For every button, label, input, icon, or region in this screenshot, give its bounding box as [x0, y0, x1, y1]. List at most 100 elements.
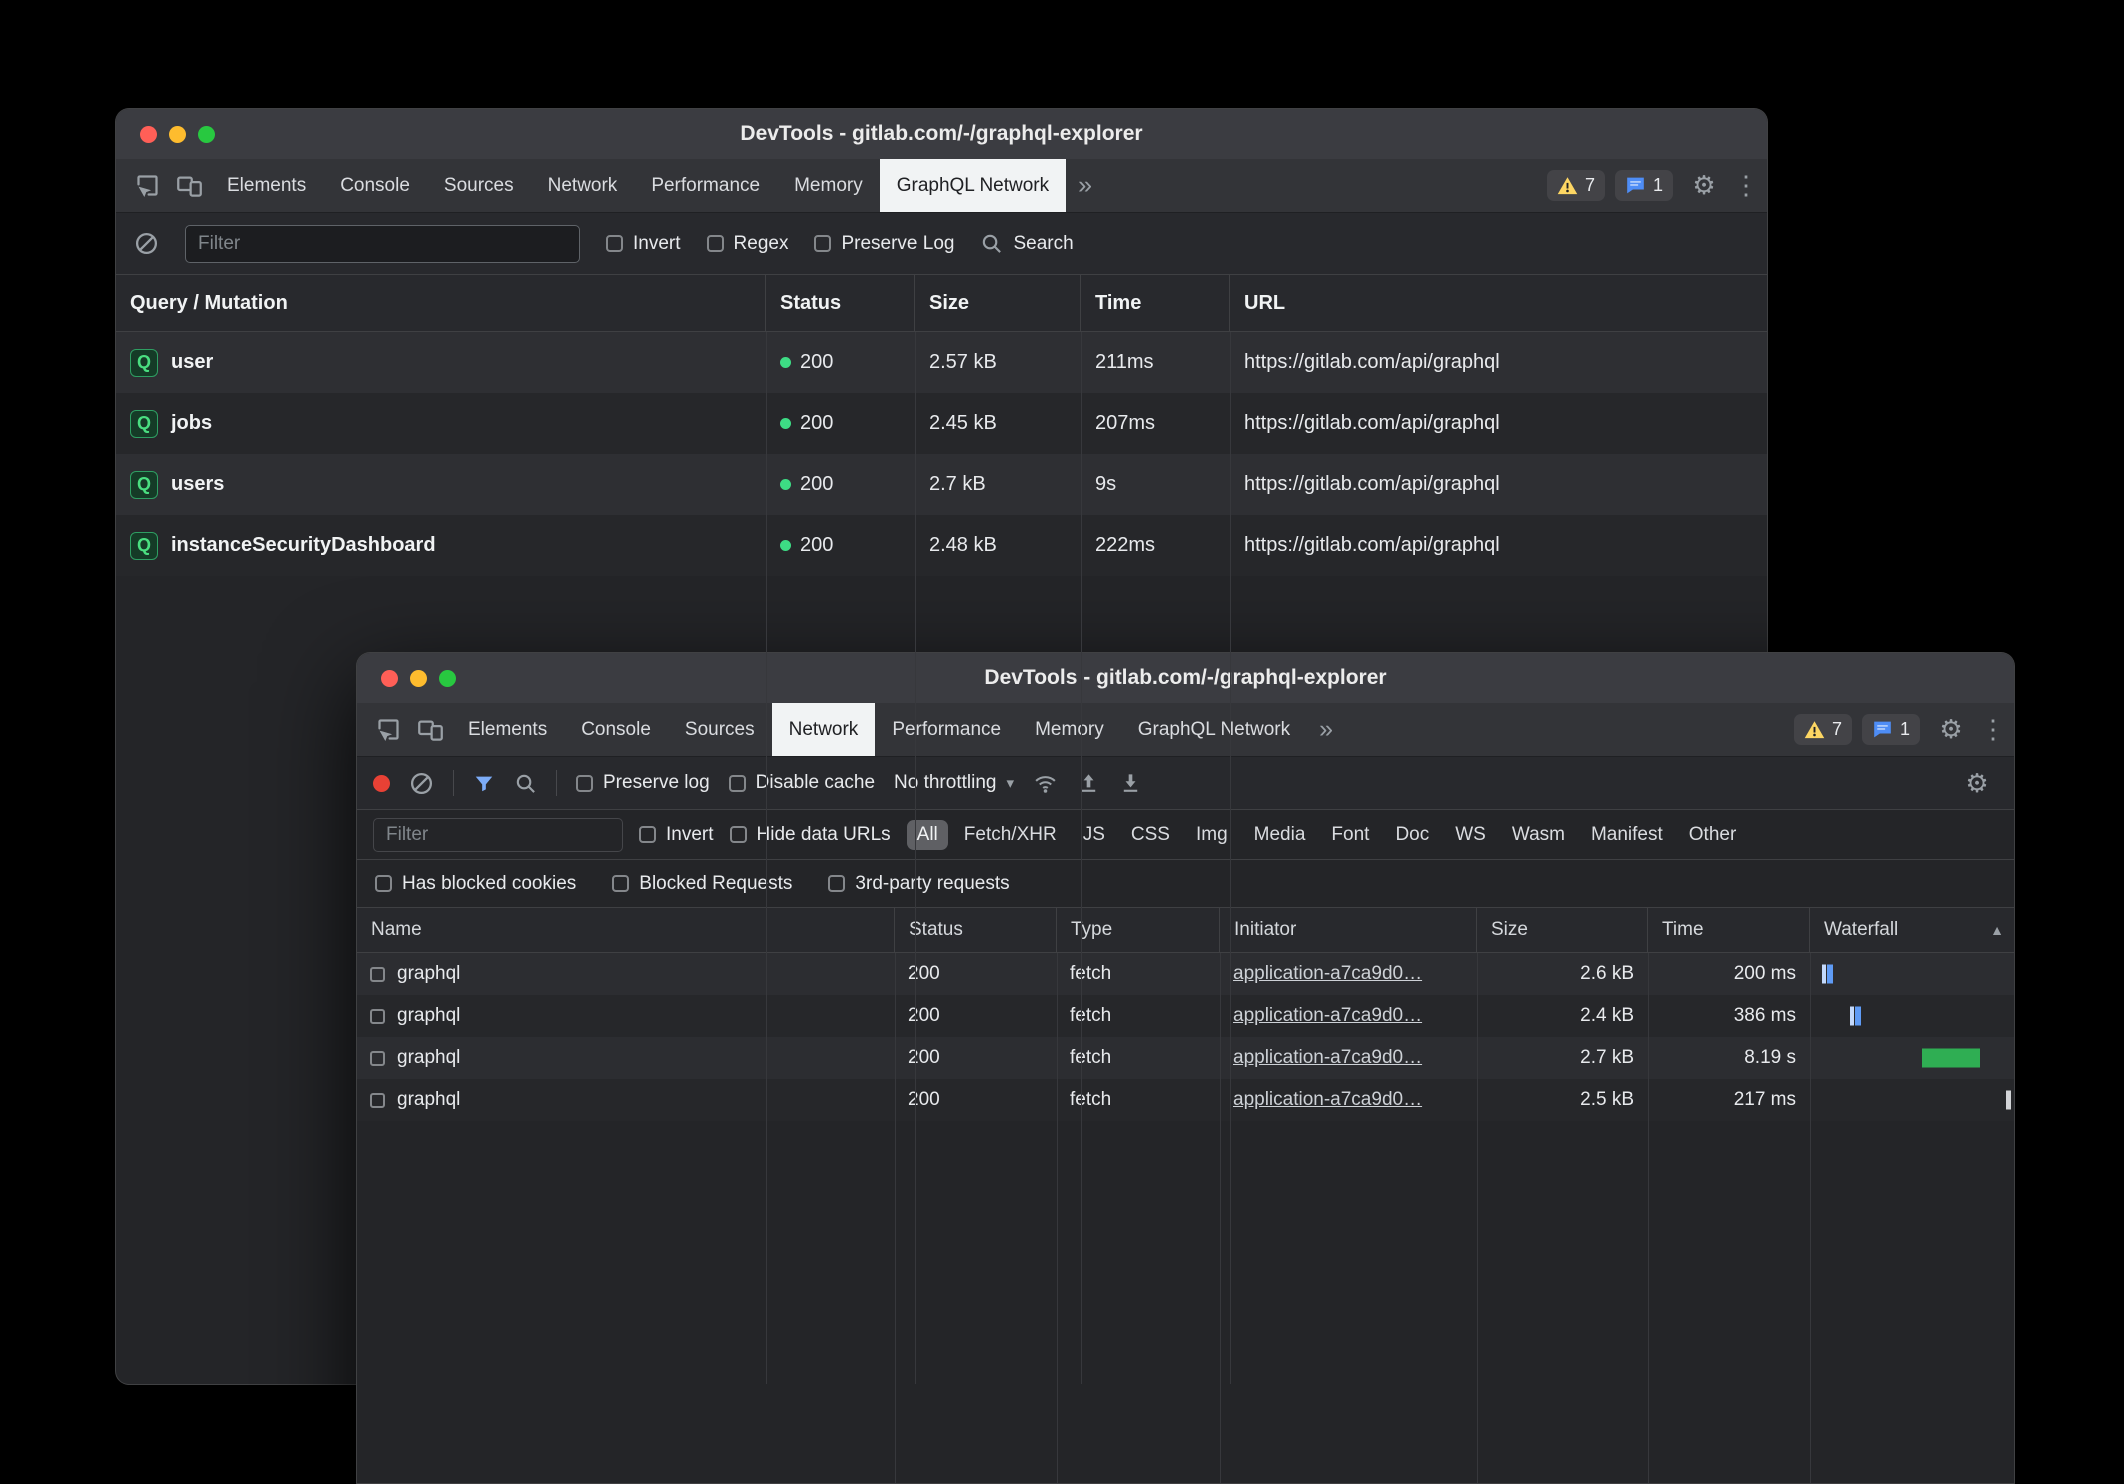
- type-filter-wasm[interactable]: Wasm: [1502, 820, 1575, 850]
- more-options-icon[interactable]: ⋮: [1972, 703, 2014, 756]
- initiator-link[interactable]: application-a7ca9d0…: [1233, 963, 1422, 985]
- inspect-element-icon[interactable]: [126, 159, 168, 212]
- tab-sources[interactable]: Sources: [668, 703, 772, 756]
- zoom-window-button[interactable]: [198, 126, 215, 143]
- issues-badge[interactable]: 1: [1862, 714, 1920, 745]
- row-checkbox[interactable]: [370, 1009, 385, 1024]
- disable-cache-checkbox[interactable]: Disable cache: [729, 772, 875, 794]
- type-filter-media[interactable]: Media: [1244, 820, 1316, 850]
- tab-performance[interactable]: Performance: [875, 703, 1018, 756]
- clear-icon[interactable]: [134, 231, 159, 256]
- table-row[interactable]: graphql 200 fetch application-a7ca9d0… 2…: [357, 995, 2014, 1037]
- export-har-icon[interactable]: [1119, 772, 1142, 795]
- column-header-query-mutation[interactable]: Query / Mutation: [116, 275, 766, 331]
- minimize-window-button[interactable]: [410, 670, 427, 687]
- throttling-dropdown[interactable]: No throttling ▾: [894, 772, 1014, 794]
- tab-graphql-network[interactable]: GraphQL Network: [880, 159, 1066, 212]
- table-row[interactable]: graphql 200 fetch application-a7ca9d0… 2…: [357, 953, 2014, 995]
- settings-gear-icon[interactable]: ⚙: [1683, 159, 1725, 212]
- type-filter-doc[interactable]: Doc: [1385, 820, 1439, 850]
- warnings-badge[interactable]: 7: [1547, 170, 1605, 201]
- filter-funnel-icon[interactable]: [473, 772, 495, 794]
- filter-input[interactable]: [373, 818, 623, 852]
- type-filter-font[interactable]: Font: [1321, 820, 1379, 850]
- table-row[interactable]: graphql 200 fetch application-a7ca9d0… 2…: [357, 1079, 2014, 1121]
- column-header-initiator[interactable]: Initiator: [1220, 908, 1477, 952]
- row-checkbox[interactable]: [370, 1051, 385, 1066]
- regex-checkbox[interactable]: Regex: [707, 233, 789, 255]
- zoom-window-button[interactable]: [439, 670, 456, 687]
- tab-performance[interactable]: Performance: [634, 159, 777, 212]
- more-tabs-icon[interactable]: »: [1066, 159, 1104, 212]
- tab-memory[interactable]: Memory: [777, 159, 880, 212]
- type-filter-js[interactable]: JS: [1073, 820, 1115, 850]
- invert-checkbox[interactable]: Invert: [606, 233, 681, 255]
- column-header-status[interactable]: Status: [895, 908, 1057, 952]
- type-filter-css[interactable]: CSS: [1121, 820, 1180, 850]
- warnings-badge[interactable]: 7: [1794, 714, 1852, 745]
- column-header-time[interactable]: Time: [1648, 908, 1810, 952]
- search-icon[interactable]: [514, 772, 537, 795]
- tab-graphql-network[interactable]: GraphQL Network: [1121, 703, 1307, 756]
- more-options-icon[interactable]: ⋮: [1725, 159, 1767, 212]
- network-conditions-icon[interactable]: [1033, 771, 1058, 796]
- invert-checkbox[interactable]: Invert: [639, 824, 714, 846]
- hide-data-urls-checkbox[interactable]: Hide data URLs: [730, 824, 891, 846]
- tab-network[interactable]: Network: [531, 159, 635, 212]
- row-checkbox[interactable]: [370, 1093, 385, 1108]
- tab-memory[interactable]: Memory: [1018, 703, 1121, 756]
- tab-sources[interactable]: Sources: [427, 159, 531, 212]
- column-header-time[interactable]: Time: [1081, 275, 1230, 331]
- tab-console[interactable]: Console: [564, 703, 668, 756]
- tab-console[interactable]: Console: [323, 159, 427, 212]
- type-filter-all[interactable]: All: [907, 820, 948, 850]
- close-window-button[interactable]: [381, 670, 398, 687]
- initiator-link[interactable]: application-a7ca9d0…: [1233, 1047, 1422, 1069]
- preserve-log-checkbox[interactable]: Preserve log: [576, 772, 710, 794]
- table-row[interactable]: Q jobs 200 2.45 kB 207ms https://gitlab.…: [116, 393, 1767, 454]
- tab-elements[interactable]: Elements: [451, 703, 564, 756]
- record-network-log-button[interactable]: [373, 775, 390, 792]
- device-toolbar-icon[interactable]: [168, 159, 210, 212]
- more-tabs-icon[interactable]: »: [1307, 703, 1345, 756]
- type-filter-other[interactable]: Other: [1679, 820, 1747, 850]
- column-header-url[interactable]: URL: [1230, 275, 1767, 331]
- column-header-name[interactable]: Name: [357, 908, 895, 952]
- table-row[interactable]: Q user 200 2.57 kB 211ms https://gitlab.…: [116, 332, 1767, 393]
- third-party-requests-checkbox[interactable]: 3rd-party requests: [828, 873, 1009, 895]
- column-header-waterfall[interactable]: Waterfall ▲: [1810, 908, 2014, 952]
- type-filter-manifest[interactable]: Manifest: [1581, 820, 1673, 850]
- inspect-element-icon[interactable]: [367, 703, 409, 756]
- preserve-log-checkbox[interactable]: Preserve Log: [814, 233, 954, 255]
- table-row[interactable]: graphql 200 fetch application-a7ca9d0… 2…: [357, 1037, 2014, 1079]
- tab-elements[interactable]: Elements: [210, 159, 323, 212]
- filter-input[interactable]: [185, 225, 580, 263]
- initiator-link[interactable]: application-a7ca9d0…: [1233, 1089, 1422, 1111]
- search-button[interactable]: Search: [980, 232, 1073, 255]
- row-checkbox[interactable]: [370, 967, 385, 982]
- settings-gear-icon[interactable]: ⚙: [1930, 703, 1972, 756]
- issues-badge[interactable]: 1: [1615, 170, 1673, 201]
- column-header-type[interactable]: Type: [1057, 908, 1220, 952]
- titlebar[interactable]: DevTools - gitlab.com/-/graphql-explorer: [116, 109, 1767, 159]
- clear-icon[interactable]: [409, 771, 434, 796]
- column-header-status[interactable]: Status: [766, 275, 915, 331]
- type-filter-img[interactable]: Img: [1186, 820, 1238, 850]
- network-settings-gear-icon[interactable]: ⚙: [1956, 768, 1998, 799]
- table-row[interactable]: Q instanceSecurityDashboard 200 2.48 kB …: [116, 515, 1767, 576]
- close-window-button[interactable]: [140, 126, 157, 143]
- minimize-window-button[interactable]: [169, 126, 186, 143]
- cell-initiator: application-a7ca9d0…: [1220, 1079, 1477, 1121]
- titlebar[interactable]: DevTools - gitlab.com/-/graphql-explorer: [357, 653, 2014, 703]
- column-header-size[interactable]: Size: [915, 275, 1081, 331]
- device-toolbar-icon[interactable]: [409, 703, 451, 756]
- import-har-icon[interactable]: [1077, 772, 1100, 795]
- table-row[interactable]: Q users 200 2.7 kB 9s https://gitlab.com…: [116, 454, 1767, 515]
- column-header-size[interactable]: Size: [1477, 908, 1648, 952]
- type-filter-fetch-xhr[interactable]: Fetch/XHR: [954, 820, 1067, 850]
- blocked-requests-checkbox[interactable]: Blocked Requests: [612, 873, 792, 895]
- initiator-link[interactable]: application-a7ca9d0…: [1233, 1005, 1422, 1027]
- tab-network[interactable]: Network: [772, 703, 876, 756]
- type-filter-ws[interactable]: WS: [1445, 820, 1496, 850]
- has-blocked-cookies-checkbox[interactable]: Has blocked cookies: [375, 873, 576, 895]
